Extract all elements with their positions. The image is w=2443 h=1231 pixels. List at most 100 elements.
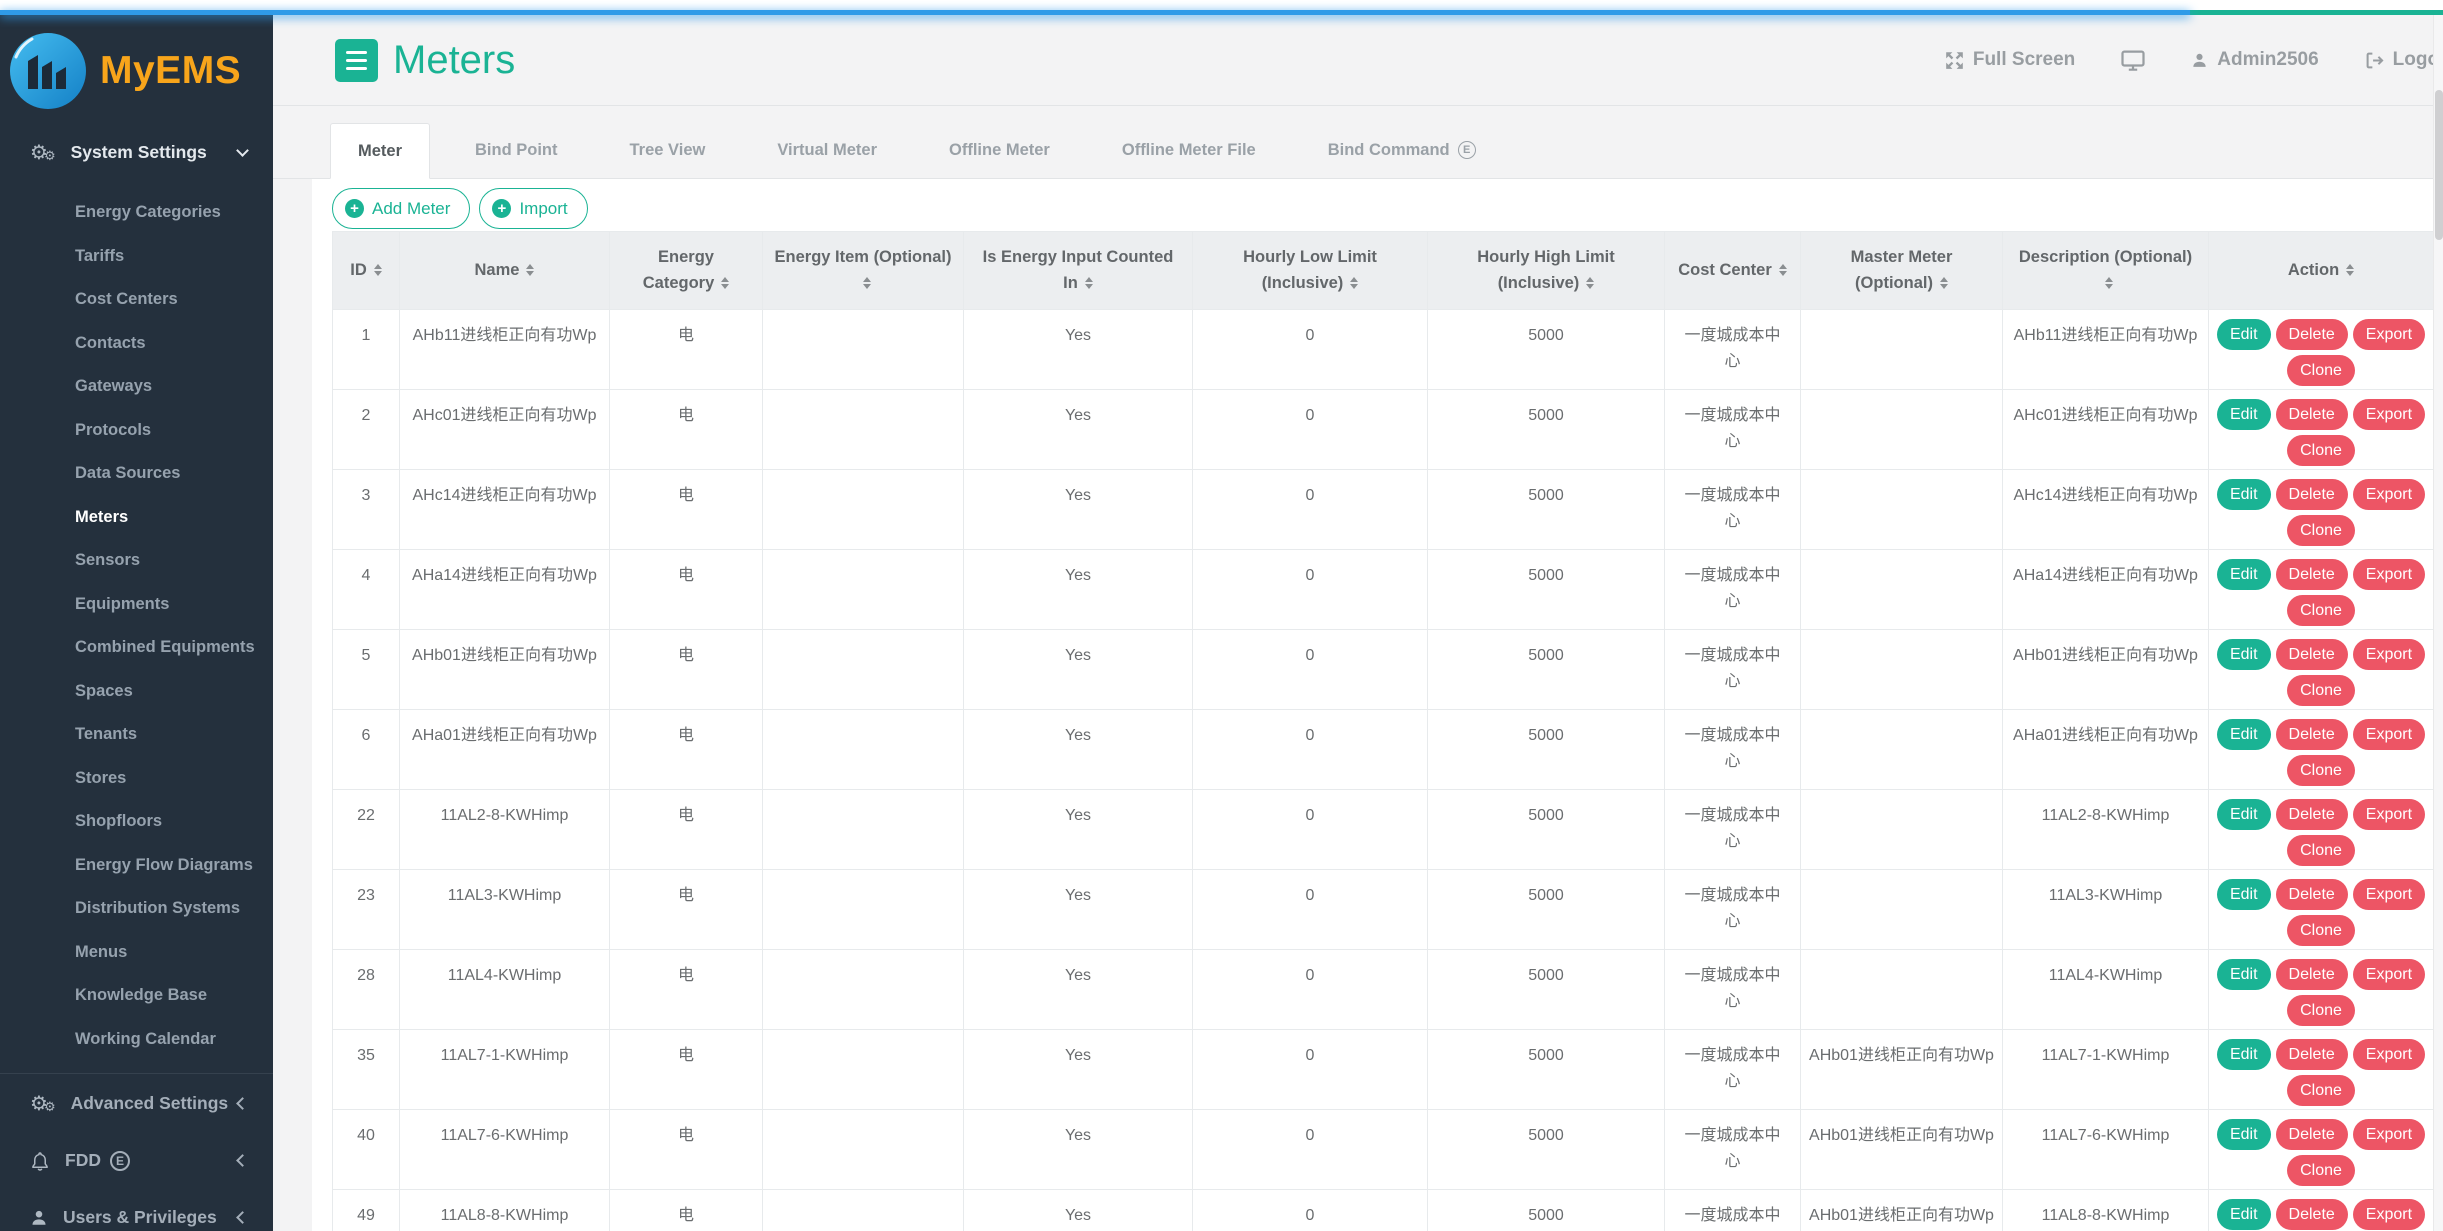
column-header[interactable]: Is Energy Input Counted In bbox=[964, 232, 1193, 310]
sidebar-menu-item[interactable]: Energy Categories bbox=[0, 191, 273, 235]
delete-button[interactable]: Delete bbox=[2276, 879, 2348, 910]
column-header[interactable]: Name bbox=[400, 232, 610, 310]
sidebar-menu-item[interactable]: Equipments bbox=[0, 583, 273, 627]
monitor-button[interactable] bbox=[2121, 50, 2145, 71]
delete-button[interactable]: Delete bbox=[2276, 799, 2348, 830]
sidebar-toggle-button[interactable] bbox=[335, 39, 378, 82]
column-header[interactable]: Hourly Low Limit (Inclusive) bbox=[1193, 232, 1428, 310]
delete-button[interactable]: Delete bbox=[2276, 559, 2348, 590]
sidebar-menu-item[interactable]: Sensors bbox=[0, 539, 273, 583]
sidebar-menu-item[interactable]: Spaces bbox=[0, 670, 273, 714]
sidebar-menu-item[interactable]: Knowledge Base bbox=[0, 974, 273, 1018]
vertical-scrollbar[interactable] bbox=[2433, 15, 2443, 1231]
edit-button[interactable]: Edit bbox=[2217, 719, 2271, 750]
column-header[interactable]: Cost Center bbox=[1665, 232, 1801, 310]
sort-icon[interactable] bbox=[1779, 260, 1787, 280]
sidebar-menu-item[interactable]: Data Sources bbox=[0, 452, 273, 496]
clone-button[interactable]: Clone bbox=[2287, 435, 2355, 466]
tab[interactable]: Tree View bbox=[603, 122, 733, 178]
export-button[interactable]: Export bbox=[2353, 719, 2425, 750]
sidebar-menu-item[interactable]: Contacts bbox=[0, 322, 273, 366]
tab[interactable]: Offline Meter File bbox=[1095, 122, 1283, 178]
edit-button[interactable]: Edit bbox=[2217, 879, 2271, 910]
clone-button[interactable]: Clone bbox=[2287, 915, 2355, 946]
clone-button[interactable]: Clone bbox=[2287, 355, 2355, 386]
delete-button[interactable]: Delete bbox=[2276, 1039, 2348, 1070]
sort-icon[interactable] bbox=[1940, 273, 1948, 293]
clone-button[interactable]: Clone bbox=[2287, 1155, 2355, 1186]
edit-button[interactable]: Edit bbox=[2217, 559, 2271, 590]
fullscreen-button[interactable]: Full Screen bbox=[1945, 49, 2075, 71]
sidebar-menu-item[interactable]: Stores bbox=[0, 757, 273, 801]
sidebar-menu-item[interactable]: Cost Centers bbox=[0, 278, 273, 322]
sidebar-section-users-privileges[interactable]: Users & Privileges bbox=[0, 1189, 273, 1231]
export-button[interactable]: Export bbox=[2353, 559, 2425, 590]
export-button[interactable]: Export bbox=[2353, 879, 2425, 910]
sort-icon[interactable] bbox=[1085, 273, 1093, 293]
edit-button[interactable]: Edit bbox=[2217, 479, 2271, 510]
edit-button[interactable]: Edit bbox=[2217, 799, 2271, 830]
sort-icon[interactable] bbox=[1586, 273, 1594, 293]
sort-icon[interactable] bbox=[2105, 273, 2113, 293]
sort-icon[interactable] bbox=[526, 260, 534, 280]
tab[interactable]: Virtual Meter bbox=[750, 122, 904, 178]
edit-button[interactable]: Edit bbox=[2217, 1039, 2271, 1070]
sidebar-menu-item[interactable]: Combined Equipments bbox=[0, 626, 273, 670]
export-button[interactable]: Export bbox=[2353, 479, 2425, 510]
export-button[interactable]: Export bbox=[2353, 639, 2425, 670]
sidebar-menu-item[interactable]: Shopfloors bbox=[0, 800, 273, 844]
sort-icon[interactable] bbox=[2346, 260, 2354, 280]
edit-button[interactable]: Edit bbox=[2217, 1199, 2271, 1230]
export-button[interactable]: Export bbox=[2353, 1039, 2425, 1070]
sidebar-menu-item[interactable]: Energy Flow Diagrams bbox=[0, 844, 273, 888]
edit-button[interactable]: Edit bbox=[2217, 319, 2271, 350]
brand-logo[interactable]: MyEMS bbox=[0, 15, 273, 127]
column-header[interactable]: ID bbox=[333, 232, 400, 310]
sidebar-menu-item[interactable]: Tariffs bbox=[0, 235, 273, 279]
delete-button[interactable]: Delete bbox=[2276, 959, 2348, 990]
sidebar-menu-item[interactable]: Distribution Systems bbox=[0, 887, 273, 931]
export-button[interactable]: Export bbox=[2353, 319, 2425, 350]
sidebar-menu-item[interactable]: Tenants bbox=[0, 713, 273, 757]
clone-button[interactable]: Clone bbox=[2287, 595, 2355, 626]
edit-button[interactable]: Edit bbox=[2217, 959, 2271, 990]
export-button[interactable]: Export bbox=[2353, 1199, 2425, 1230]
edit-button[interactable]: Edit bbox=[2217, 639, 2271, 670]
sidebar-section-system-settings[interactable]: ⚙⚙ System Settings bbox=[0, 127, 273, 177]
column-header[interactable]: Master Meter (Optional) bbox=[1801, 232, 2003, 310]
delete-button[interactable]: Delete bbox=[2276, 399, 2348, 430]
delete-button[interactable]: Delete bbox=[2276, 1199, 2348, 1230]
tab[interactable]: Offline Meter bbox=[922, 122, 1077, 178]
sidebar-section-advanced-settings[interactable]: ⚙⚙ Advanced Settings bbox=[0, 1074, 273, 1132]
sidebar-menu-item[interactable]: Working Calendar bbox=[0, 1018, 273, 1062]
tab[interactable]: Bind Point bbox=[448, 122, 584, 178]
logout-button[interactable]: Logout bbox=[2365, 49, 2443, 71]
sort-icon[interactable] bbox=[863, 273, 871, 293]
sort-icon[interactable] bbox=[721, 273, 729, 293]
delete-button[interactable]: Delete bbox=[2276, 479, 2348, 510]
clone-button[interactable]: Clone bbox=[2287, 755, 2355, 786]
sidebar-menu-item[interactable]: Meters bbox=[0, 496, 273, 540]
add-meter-button[interactable]: + Add Meter bbox=[332, 188, 470, 229]
import-button[interactable]: + Import bbox=[479, 188, 587, 229]
sidebar-menu-item[interactable]: Protocols bbox=[0, 409, 273, 453]
clone-button[interactable]: Clone bbox=[2287, 835, 2355, 866]
clone-button[interactable]: Clone bbox=[2287, 675, 2355, 706]
column-header[interactable]: Energy Item (Optional) bbox=[763, 232, 964, 310]
tab[interactable]: Bind Command E bbox=[1301, 122, 1503, 178]
column-header[interactable]: Action bbox=[2209, 232, 2434, 310]
clone-button[interactable]: Clone bbox=[2287, 515, 2355, 546]
delete-button[interactable]: Delete bbox=[2276, 719, 2348, 750]
column-header[interactable]: Hourly High Limit (Inclusive) bbox=[1428, 232, 1665, 310]
delete-button[interactable]: Delete bbox=[2276, 319, 2348, 350]
edit-button[interactable]: Edit bbox=[2217, 1119, 2271, 1150]
delete-button[interactable]: Delete bbox=[2276, 639, 2348, 670]
export-button[interactable]: Export bbox=[2353, 959, 2425, 990]
scrollbar-thumb[interactable] bbox=[2435, 90, 2443, 240]
sidebar-section-fdd[interactable]: FDD E bbox=[0, 1132, 273, 1189]
user-menu[interactable]: Admin2506 bbox=[2191, 49, 2318, 71]
sort-icon[interactable] bbox=[1350, 273, 1358, 293]
edit-button[interactable]: Edit bbox=[2217, 399, 2271, 430]
delete-button[interactable]: Delete bbox=[2276, 1119, 2348, 1150]
sidebar-menu-item[interactable]: Menus bbox=[0, 931, 273, 975]
